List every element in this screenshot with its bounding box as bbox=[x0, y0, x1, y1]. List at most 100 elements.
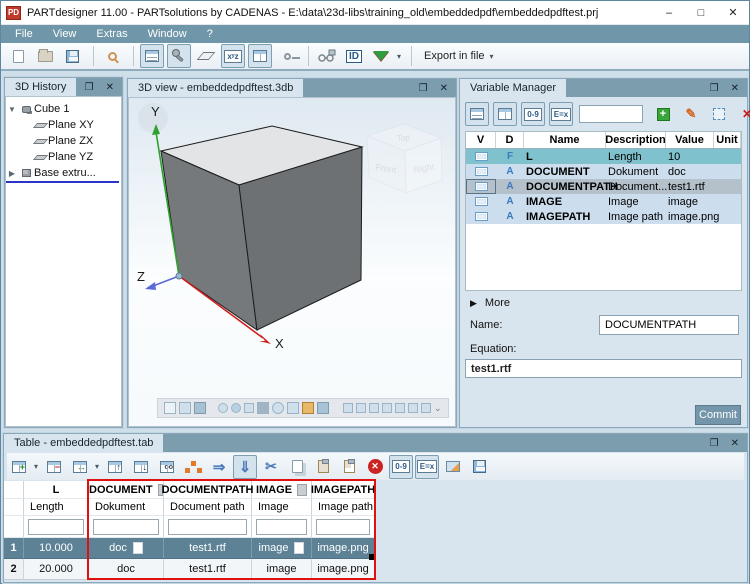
filter-input-IMAGE[interactable] bbox=[256, 519, 307, 535]
filter-input-DOCUMENTPATH[interactable] bbox=[168, 519, 247, 535]
col-header-unit[interactable]: Unit bbox=[714, 132, 741, 148]
selection-handle[interactable] bbox=[369, 554, 375, 560]
export-in-file-button[interactable]: Export in file bbox=[424, 50, 485, 62]
cell-IMAGE[interactable]: image bbox=[252, 559, 312, 580]
vm-float-button[interactable]: ❐ bbox=[710, 83, 719, 94]
refresh-preview-button[interactable] bbox=[441, 455, 465, 479]
tree-item-plane-zx[interactable]: Plane ZX bbox=[6, 133, 121, 149]
view-orientation-5-icon[interactable] bbox=[395, 403, 405, 413]
tree-item-plane-xy[interactable]: Plane XY bbox=[6, 117, 121, 133]
shaded-view-icon[interactable] bbox=[179, 402, 191, 414]
vm-close-button[interactable]: ✕ bbox=[731, 83, 739, 94]
cube-view-icon[interactable] bbox=[317, 402, 329, 414]
minimize-button[interactable]: – bbox=[653, 1, 685, 24]
measure-icon[interactable] bbox=[257, 402, 269, 414]
rotate-icon[interactable] bbox=[272, 402, 284, 414]
quality-dropdown-caret[interactable]: ▾ bbox=[397, 52, 401, 61]
key-button[interactable] bbox=[275, 44, 299, 68]
cell-IMAGEPATH[interactable]: image.png bbox=[312, 538, 375, 559]
menu-window[interactable]: Window bbox=[138, 28, 197, 40]
vm-columns-view-button[interactable] bbox=[493, 102, 517, 126]
export-dropdown-caret[interactable]: ▾ bbox=[490, 52, 494, 61]
cell-DOCUMENT[interactable]: doc bbox=[89, 538, 164, 559]
tree-item-cube[interactable]: ▼ Cube 1 bbox=[6, 101, 121, 117]
view-orientation-6-icon[interactable] bbox=[408, 403, 418, 413]
maximize-button[interactable]: □ bbox=[685, 1, 717, 24]
menu-help[interactable]: ? bbox=[197, 28, 223, 40]
vm-digits-button[interactable]: 0-9 bbox=[521, 102, 545, 126]
view-close-button[interactable]: ✕ bbox=[440, 83, 448, 94]
menu-extras[interactable]: Extras bbox=[86, 28, 137, 40]
table-close-button[interactable]: ✕ bbox=[731, 438, 739, 449]
filter-input-L[interactable] bbox=[28, 519, 84, 535]
cell-DOCUMENTPATH[interactable]: test1.rtf bbox=[164, 538, 252, 559]
view-orientation-2-icon[interactable] bbox=[356, 403, 366, 413]
insert-column-dropdown-caret[interactable]: ▾ bbox=[95, 462, 99, 471]
save-button[interactable] bbox=[60, 44, 84, 68]
menu-view[interactable]: View bbox=[43, 28, 87, 40]
chevron-right-icon[interactable]: ▶ bbox=[6, 169, 18, 178]
more-expander[interactable]: ▶ More bbox=[470, 297, 510, 309]
table-row-1[interactable]: 1 10.000 doc test1.rtf image image.png bbox=[4, 538, 375, 559]
table-view-button[interactable] bbox=[248, 44, 272, 68]
sketcher-button[interactable] bbox=[167, 44, 191, 68]
document-file-icon[interactable] bbox=[133, 542, 143, 554]
vm-rows-view-button[interactable] bbox=[465, 102, 489, 126]
col-DOCUMENT[interactable]: DOCUMENT bbox=[89, 481, 164, 499]
chevron-down-icon[interactable]: ⌄ bbox=[434, 403, 442, 414]
panel-layout-button[interactable] bbox=[140, 44, 164, 68]
tree-item-base-extrusion[interactable]: ▶ Base extru... bbox=[6, 165, 121, 181]
vm-edit-button[interactable]: ✎ bbox=[679, 102, 703, 126]
projector-icon[interactable] bbox=[244, 403, 254, 413]
history-float-button[interactable]: ❐ bbox=[85, 82, 94, 93]
image-file-icon[interactable] bbox=[294, 542, 304, 554]
variable-row-DOCUMENT[interactable]: A DOCUMENT Dokument doc bbox=[466, 164, 741, 179]
filter-input-IMAGEPATH[interactable] bbox=[316, 519, 370, 535]
variables-button[interactable]: xʸz bbox=[221, 44, 245, 68]
open-file-button[interactable] bbox=[33, 44, 57, 68]
variable-row-DOCUMENTPATH[interactable]: A DOCUMENTPATH Document... test1.rtf bbox=[466, 179, 741, 194]
table-row-2[interactable]: 2 20.000 doc test1.rtf image image.png bbox=[4, 559, 375, 580]
split-view-icon[interactable] bbox=[164, 402, 176, 414]
add-row-dropdown-caret[interactable]: ▾ bbox=[34, 462, 38, 471]
variable-row-L[interactable]: F L Length 10 bbox=[466, 149, 741, 164]
col-header-name[interactable]: Name bbox=[524, 132, 606, 148]
view-orientation-1-icon[interactable] bbox=[343, 403, 353, 413]
save-table-button[interactable] bbox=[467, 455, 491, 479]
cell-DOCUMENTPATH[interactable]: test1.rtf bbox=[164, 559, 252, 580]
preview-table-button[interactable]: oo bbox=[155, 455, 179, 479]
paste-special-button[interactable] bbox=[337, 455, 361, 479]
transfer-right-button[interactable]: ⇒ bbox=[207, 455, 231, 479]
cell-IMAGE[interactable]: image bbox=[252, 538, 312, 559]
history-close-button[interactable]: ✕ bbox=[106, 82, 114, 93]
folder-icon[interactable] bbox=[302, 402, 314, 414]
cell-L[interactable]: 20.000 bbox=[24, 559, 89, 580]
view-orientation-7-icon[interactable] bbox=[421, 403, 431, 413]
tree-item-plane-yz[interactable]: Plane YZ bbox=[6, 149, 121, 165]
col-header-d[interactable]: D bbox=[496, 132, 524, 148]
3d-glasses-button[interactable] bbox=[315, 44, 339, 68]
copy-button[interactable] bbox=[285, 455, 309, 479]
search-button[interactable] bbox=[100, 44, 124, 68]
col-DOCUMENTPATH[interactable]: DOCUMENTPATH bbox=[164, 481, 252, 499]
hierarchy-button[interactable] bbox=[181, 455, 205, 479]
chevron-down-icon[interactable]: ▼ bbox=[6, 105, 18, 114]
transfer-down-button[interactable]: ⇓ bbox=[233, 455, 257, 479]
wireframe-view-icon[interactable] bbox=[194, 402, 206, 414]
vm-search-input[interactable] bbox=[579, 105, 643, 123]
paste-button[interactable] bbox=[311, 455, 335, 479]
col-L[interactable]: L bbox=[24, 481, 89, 499]
col-header-value[interactable]: Value bbox=[666, 132, 714, 148]
quality-button[interactable] bbox=[369, 44, 393, 68]
zoom-view-icon[interactable] bbox=[218, 403, 228, 413]
id-button[interactable]: ID bbox=[342, 44, 366, 68]
table-float-button[interactable]: ❐ bbox=[710, 438, 719, 449]
view-orientation-3-icon[interactable] bbox=[369, 403, 379, 413]
move-row-down-button[interactable]: ↓ bbox=[129, 455, 153, 479]
vm-delete-button[interactable]: ✕ bbox=[735, 102, 750, 126]
delete-button[interactable]: ✕ bbox=[363, 455, 387, 479]
vm-add-button[interactable]: + bbox=[651, 102, 675, 126]
cell-DOCUMENT[interactable]: doc bbox=[89, 559, 164, 580]
col-header-v[interactable]: V bbox=[466, 132, 496, 148]
cell-IMAGEPATH[interactable]: image.png bbox=[312, 559, 375, 580]
